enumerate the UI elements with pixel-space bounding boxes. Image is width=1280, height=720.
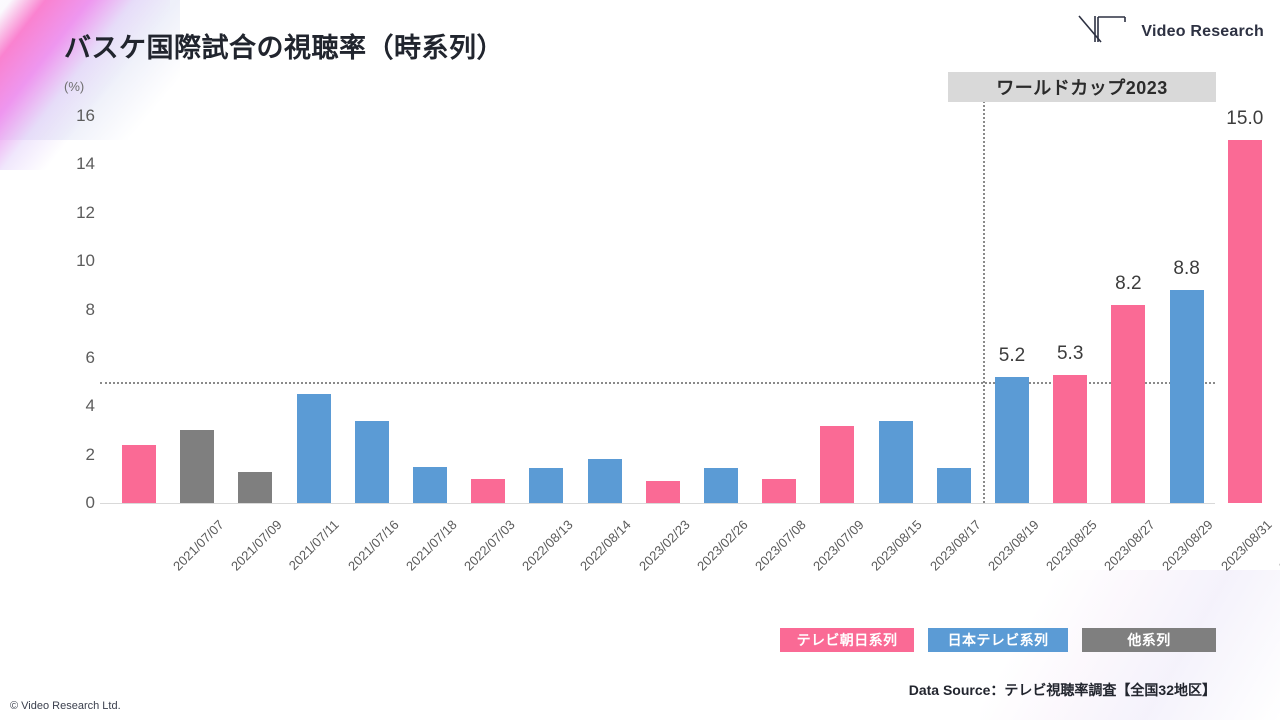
- bar-value-label: 8.8: [1173, 258, 1200, 280]
- chart-bar[interactable]: [354, 420, 389, 503]
- y-axis-unit-label: (%): [64, 79, 85, 94]
- x-axis-tick-label: 2021/07/07: [170, 517, 227, 574]
- x-axis-tick-label: 2023/07/08: [752, 517, 809, 574]
- x-axis-tick-label: 2022/08/14: [577, 517, 635, 574]
- legend-item-label: テレビ朝日系列: [796, 632, 898, 648]
- chart-bar[interactable]: [820, 425, 855, 503]
- legend-item-3[interactable]: 他系列: [1082, 628, 1216, 652]
- chart-bar[interactable]: [587, 459, 622, 503]
- y-axis-tick: 6: [85, 347, 95, 367]
- event-group-divider: [982, 90, 985, 503]
- x-axis-tick-label: 2023/07/09: [810, 517, 867, 574]
- x-axis-tick-label: 2023/08/27: [1101, 517, 1158, 574]
- bar-value-label: 15.0: [1226, 108, 1264, 130]
- copyright-note: © Video Research Ltd.: [10, 700, 121, 712]
- y-axis-tick: 8: [85, 299, 95, 319]
- chart-bar[interactable]: [762, 478, 797, 503]
- chart-bar[interactable]: [1227, 140, 1262, 503]
- x-axis-tick-label: 2022/08/13: [519, 517, 576, 574]
- threshold-line-5pct: [100, 382, 1215, 385]
- chart-bar[interactable]: [704, 467, 738, 503]
- legend-item-2[interactable]: 日本テレビ系列: [928, 628, 1068, 652]
- y-axis-tick: 0: [85, 493, 95, 512]
- legend-item-label: 日本テレビ系列: [947, 632, 1049, 648]
- x-axis-tick-label: 2023/08/15: [868, 517, 926, 574]
- x-axis-tick-label: 2023/02/26: [693, 517, 751, 574]
- chart-bar[interactable]: [645, 481, 680, 503]
- x-axis-tick-label: 2021/07/11: [286, 517, 343, 573]
- y-axis-tick: 12: [76, 202, 95, 222]
- y-axis-tick: 14: [76, 154, 95, 174]
- x-axis-tick-label: 2021/07/18: [402, 517, 460, 574]
- x-axis-tick-label: 2021/07/09: [228, 517, 285, 574]
- legend-item-label: 他系列: [1127, 632, 1171, 648]
- x-axis-tick-label: 2023/08/31: [1217, 517, 1275, 574]
- bar-value-label: 8.2: [1115, 272, 1142, 294]
- y-axis-tick: 2: [85, 444, 95, 464]
- y-axis-tick: 16: [76, 106, 95, 125]
- y-axis-tick: 10: [76, 251, 95, 271]
- legend-item-1[interactable]: テレビ朝日系列: [780, 628, 914, 652]
- chart-bar[interactable]: [238, 471, 273, 503]
- chart-bar[interactable]: [122, 444, 156, 503]
- chart-bar[interactable]: [995, 377, 1029, 503]
- chart-bar[interactable]: [471, 478, 506, 503]
- x-axis-tick-label: 2023/08/29: [1159, 517, 1217, 574]
- chart-bar[interactable]: [878, 420, 913, 503]
- x-axis-tick-label: 2023/02/23: [635, 517, 693, 574]
- x-axis-tick-label: 2023/08/17: [926, 517, 984, 574]
- y-axis-tick: 4: [85, 396, 95, 416]
- chart-bar[interactable]: [1169, 290, 1204, 503]
- chart-bar[interactable]: [180, 430, 215, 503]
- chart-bar[interactable]: [1111, 304, 1146, 503]
- x-axis-tick-label: 2023/09/02: [1275, 517, 1280, 574]
- x-axis-tick-label: 2023/08/25: [1043, 517, 1100, 574]
- x-axis-tick-label: 2022/07/03: [461, 517, 518, 574]
- x-axis-baseline: [100, 503, 1215, 504]
- x-axis-tick-label: 2021/07/16: [344, 517, 402, 574]
- event-banner: ワールドカップ2023: [948, 72, 1216, 102]
- chart-bar[interactable]: [1053, 374, 1088, 503]
- chart-legend: テレビ朝日系列 日本テレビ系列 他系列: [780, 628, 1216, 652]
- bar-chart: 16 14 12 10 8 6 4 2 0 (%) 2021/07/07 2021/07/09 2021…: [0, 0, 1280, 720]
- bar-value-label: 5.3: [1056, 342, 1084, 364]
- x-axis-tick-label: 2023/08/19: [984, 517, 1042, 574]
- bar-value-label: 5.2: [998, 345, 1026, 367]
- chart-bar[interactable]: [529, 467, 564, 503]
- chart-bar[interactable]: [413, 466, 447, 503]
- chart-bar[interactable]: [296, 394, 331, 503]
- data-source-note: Data Source：テレビ視聴率調査【全国32地区】: [908, 682, 1216, 698]
- chart-bar[interactable]: [936, 467, 971, 503]
